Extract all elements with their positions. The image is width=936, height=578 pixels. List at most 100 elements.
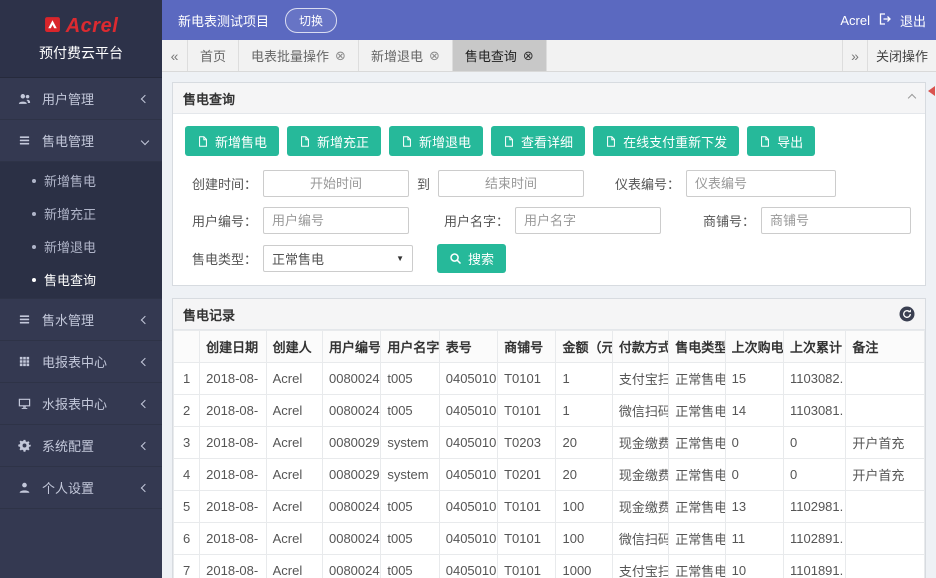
table-cell: 04050107 — [439, 491, 497, 523]
records-panel-title: 售电记录 — [183, 305, 235, 324]
tab-3[interactable]: 售电查询⊗ — [453, 40, 547, 71]
file-icon — [197, 135, 209, 148]
project-name: 新电表测试项目 — [178, 11, 269, 30]
table-row[interactable]: 12018-08-Acrel0080024t00504050107T01011支… — [174, 363, 925, 395]
tab-0[interactable]: 首页 — [188, 40, 239, 71]
close-operations-menu[interactable]: 关闭操作 — [868, 40, 936, 71]
sale-type-value: 正常售电 — [272, 249, 324, 268]
column-header-5: 商铺号 — [498, 331, 556, 363]
table-cell: T0101 — [498, 395, 556, 427]
create-time-label: 创建时间： — [185, 174, 257, 193]
table-cell: 04050107 — [439, 523, 497, 555]
collapse-icon[interactable] — [908, 94, 916, 102]
platform-name: 预付费云平台 — [39, 43, 123, 63]
toolbar-button-4[interactable]: 在线支付重新下发 — [593, 126, 739, 156]
toolbar-button-2[interactable]: 新增退电 — [389, 126, 483, 156]
query-panel: 售电查询 新增售电新增充正新增退电查看详细在线支付重新下发导出 创建时间： 到 … — [172, 82, 926, 286]
table-cell: T0101 — [498, 555, 556, 578]
water-report-icon — [18, 397, 32, 411]
power-report-icon — [18, 355, 32, 369]
tab-2[interactable]: 新增退电⊗ — [359, 40, 453, 71]
table-row[interactable]: 72018-08-Acrel0080024t00504050107T010110… — [174, 555, 925, 578]
sale-type-select[interactable]: 正常售电 ▼ — [263, 245, 413, 272]
sidebar-item-label: 新增售电 — [44, 171, 96, 190]
table-cell: 2018-08- — [200, 459, 266, 491]
bullet-icon — [32, 179, 36, 183]
table-cell: 0 — [725, 427, 783, 459]
tab-label: 首页 — [200, 46, 226, 65]
sidebar-item-1-1[interactable]: 新增充正 — [0, 197, 162, 230]
toolbar-button-label: 导出 — [777, 132, 803, 151]
sidebar-group-4[interactable]: 水报表中心 — [0, 383, 162, 425]
start-time-input[interactable] — [263, 170, 409, 197]
sidebar-group-5[interactable]: 系统配置 — [0, 425, 162, 467]
toolbar-button-1[interactable]: 新增充正 — [287, 126, 381, 156]
table-cell: Acrel — [266, 491, 322, 523]
column-header-2: 用户编号 — [322, 331, 380, 363]
table-row[interactable]: 62018-08-Acrel0080024t00504050107T010110… — [174, 523, 925, 555]
sidebar-item-1-3[interactable]: 售电查询 — [0, 263, 162, 296]
bullet-icon — [32, 212, 36, 216]
sidebar-group-label: 用户管理 — [42, 89, 132, 108]
end-time-input[interactable] — [438, 170, 584, 197]
sidebar-group-1[interactable]: 售电管理 — [0, 120, 162, 162]
tabs-scroll-left-icon[interactable]: « — [162, 40, 188, 71]
table-cell: 支付宝扫码 — [612, 363, 668, 395]
column-header-11: 备注 — [846, 331, 925, 363]
close-icon[interactable]: ⊗ — [523, 49, 534, 62]
query-panel-header: 售电查询 — [173, 83, 925, 114]
table-cell: 支付宝扫码 — [612, 555, 668, 578]
sidebar-item-1-2[interactable]: 新增退电 — [0, 230, 162, 263]
sidebar: Acrel 预付费云平台 用户管理售电管理新增售电新增充正新增退电售电查询售水管… — [0, 0, 162, 578]
sidebar-group-label: 水报表中心 — [42, 394, 132, 413]
table-row[interactable]: 42018-08-Acrel0080029system04050102T0201… — [174, 459, 925, 491]
water-sale-icon — [18, 313, 32, 327]
table-cell: 13 — [725, 491, 783, 523]
close-icon[interactable]: ⊗ — [429, 49, 440, 62]
sidebar-group-2[interactable]: 售水管理 — [0, 299, 162, 341]
meter-no-input[interactable] — [686, 170, 836, 197]
table-cell: 2018-08- — [200, 427, 266, 459]
toolbar-button-5[interactable]: 导出 — [747, 126, 815, 156]
sidebar-group-label: 电报表中心 — [42, 352, 132, 371]
sidebar-item-label: 售电查询 — [44, 270, 96, 289]
table-cell: 正常售电 — [669, 427, 725, 459]
table-cell: 2018-08- — [200, 491, 266, 523]
user-name-input[interactable] — [515, 207, 661, 234]
query-panel-body: 新增售电新增充正新增退电查看详细在线支付重新下发导出 创建时间： 到 仪表编号：… — [173, 114, 925, 285]
sidebar-item-1-0[interactable]: 新增售电 — [0, 164, 162, 197]
sidebar-group-label: 售电管理 — [42, 131, 132, 150]
user-no-label: 用户编号： — [185, 211, 257, 230]
table-cell: Acrel — [266, 555, 322, 578]
bullet-icon — [32, 278, 36, 282]
tab-1[interactable]: 电表批量操作⊗ — [239, 40, 359, 71]
toolbar-button-3[interactable]: 查看详细 — [491, 126, 585, 156]
sidebar-group-3[interactable]: 电报表中心 — [0, 341, 162, 383]
table-row[interactable]: 32018-08-Acrel0080029system04050102T0203… — [174, 427, 925, 459]
toolbar-button-label: 查看详细 — [521, 132, 573, 151]
chevron-left-icon — [141, 441, 149, 449]
sidebar-group-6[interactable]: 个人设置 — [0, 467, 162, 509]
row-index: 1 — [174, 363, 200, 395]
file-icon — [759, 135, 771, 148]
toolbar-button-0[interactable]: 新增售电 — [185, 126, 279, 156]
tabs-scroll-right-icon[interactable]: » — [842, 40, 868, 71]
sidebar-item-label: 新增退电 — [44, 237, 96, 256]
switch-project-button[interactable]: 切换 — [285, 8, 337, 33]
table-cell: t005 — [381, 523, 439, 555]
table-row[interactable]: 22018-08-Acrel0080024t00504050107T01011微… — [174, 395, 925, 427]
logout-icon[interactable] — [878, 12, 892, 29]
column-header-10: 上次累计 — [783, 331, 845, 363]
sidebar-group-0[interactable]: 用户管理 — [0, 78, 162, 120]
search-button[interactable]: 搜索 — [437, 244, 506, 273]
close-icon[interactable]: ⊗ — [335, 49, 346, 62]
refresh-icon[interactable] — [899, 306, 915, 322]
table-cell: t005 — [381, 555, 439, 578]
table-row[interactable]: 52018-08-Acrel0080024t00504050107T010110… — [174, 491, 925, 523]
shop-no-input[interactable] — [761, 207, 911, 234]
sidebar-group-label: 售水管理 — [42, 310, 132, 329]
table-cell: 0080024 — [322, 395, 380, 427]
user-no-input[interactable] — [263, 207, 409, 234]
table-cell: 0080029 — [322, 427, 380, 459]
logout-link[interactable]: 退出 — [900, 11, 926, 30]
